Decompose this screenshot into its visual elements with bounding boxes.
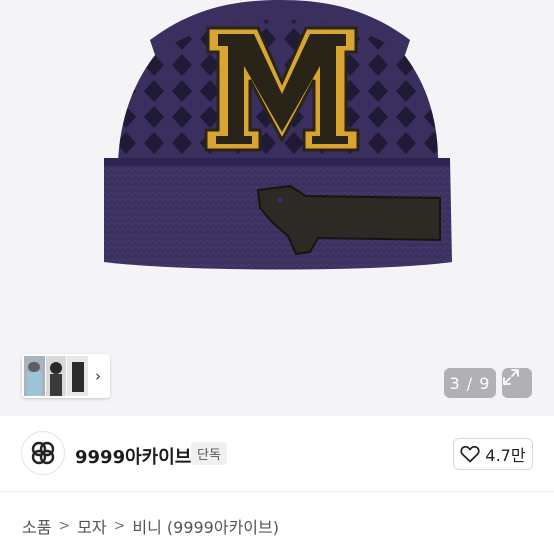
breadcrumb-item-current[interactable]: 비니 (9999아카이브) (132, 514, 279, 538)
like-count: 4.7만 (485, 446, 526, 465)
like-button[interactable]: 4.7만 (453, 438, 533, 470)
seller-name[interactable]: 9999아카이브 (75, 443, 191, 469)
seller-row[interactable]: 9999아카이브 단독 4.7만 (0, 416, 554, 492)
chevron-right-icon: > (58, 518, 71, 534)
thumbnail-strip[interactable]: › (22, 354, 110, 398)
product-image-gallery[interactable]: › 3 / 9 (0, 0, 554, 416)
breadcrumb-item-category[interactable]: 소품 (22, 514, 51, 538)
chevron-right-icon[interactable]: › (88, 356, 108, 396)
exclusive-badge: 단독 (191, 442, 227, 465)
expand-icon[interactable] (502, 368, 532, 398)
chevron-right-icon: > (113, 518, 126, 534)
breadcrumb: 소품 > 모자 > 비니 (9999아카이브) (22, 514, 279, 538)
thumbnail-image[interactable] (24, 356, 88, 396)
seller-avatar[interactable] (21, 431, 65, 475)
heart-icon (460, 445, 481, 463)
page-indicator: 3 / 9 (444, 368, 496, 398)
seller-logo-icon (31, 441, 55, 465)
breadcrumb-item-subcategory[interactable]: 모자 (77, 514, 106, 538)
